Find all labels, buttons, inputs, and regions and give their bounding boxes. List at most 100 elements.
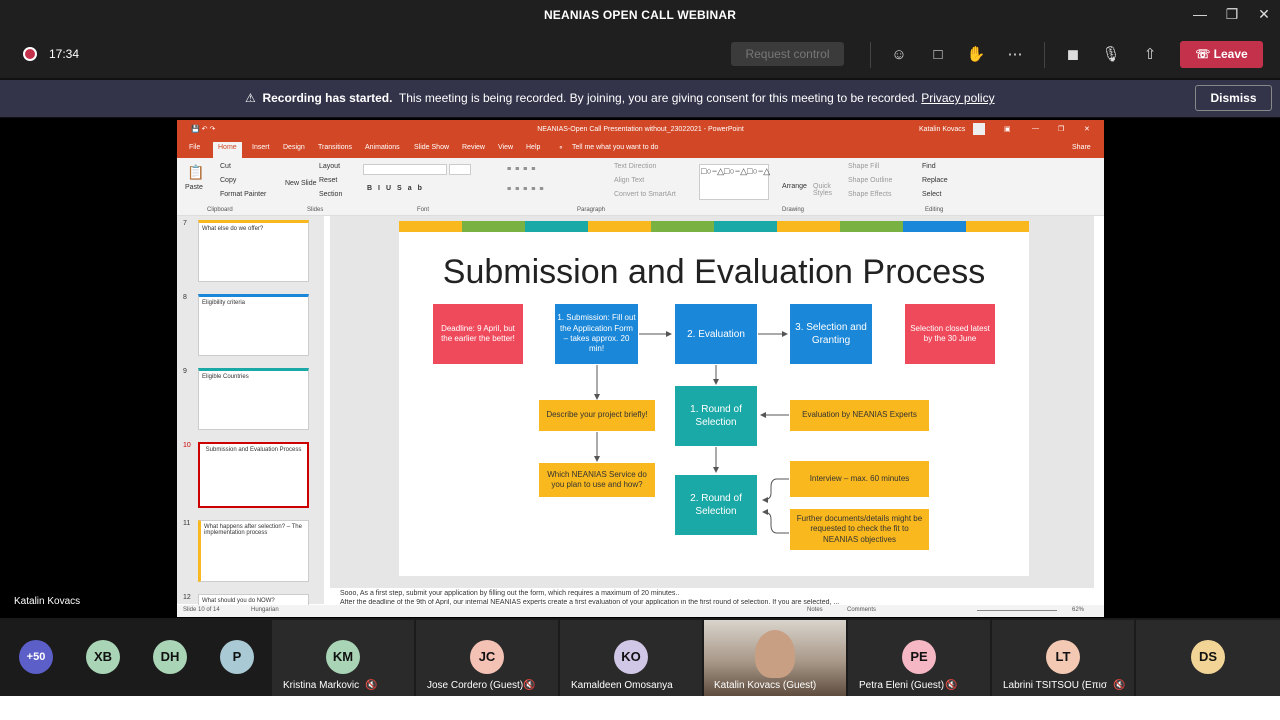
close-icon[interactable]: ✕	[1254, 6, 1274, 23]
find-button[interactable]: Find	[922, 163, 936, 170]
paste-button[interactable]: Paste	[185, 184, 203, 191]
slide-thumbnail[interactable]: What else do we offer?	[198, 220, 309, 282]
participant-avatar[interactable]: P	[220, 640, 254, 674]
selection-box: 3. Selection and Granting	[790, 304, 872, 364]
convert-smartart-button[interactable]: Convert to SmartArt	[614, 191, 676, 198]
copy-button[interactable]: Copy	[220, 177, 236, 184]
align-icons[interactable]: ≡≡≡≡≡	[507, 186, 547, 193]
slide-thumbnail[interactable]: Eligibility criteria	[198, 294, 309, 356]
share-screen-icon[interactable]: ⇧	[1139, 44, 1161, 66]
font-name-box[interactable]	[363, 164, 447, 175]
replace-button[interactable]: Replace	[922, 177, 948, 184]
experts-box: Evaluation by NEANIAS Experts	[790, 400, 929, 431]
bottom-edge	[0, 696, 1280, 720]
thumb-title: Eligible Countries	[202, 374, 249, 380]
dismiss-button[interactable]: Dismiss	[1195, 85, 1272, 111]
request-control-button[interactable]: Request control	[731, 42, 844, 66]
slide-thumbnail-selected[interactable]: Submission and Evaluation Process	[198, 442, 309, 508]
zoom-level[interactable]: 62%	[1072, 607, 1084, 613]
participant-avatar[interactable]: DH	[153, 640, 187, 674]
recording-indicator-icon	[23, 47, 37, 61]
tab-help[interactable]: Help	[526, 144, 540, 151]
group-editing: Editing	[925, 207, 944, 213]
font-format-icons[interactable]: BIUSab	[367, 185, 428, 192]
list-icons[interactable]: ≡≡≡≡	[507, 166, 539, 173]
recording-text: This meeting is being recorded. By joini…	[398, 91, 918, 105]
camera-off-icon[interactable]: ◼	[1062, 44, 1084, 66]
tab-file[interactable]: File	[189, 144, 200, 151]
mic-muted-icon: 🔇	[1113, 680, 1126, 691]
participant-video-face	[755, 630, 795, 678]
shape-fill-button[interactable]: Shape Fill	[848, 163, 879, 170]
mic-muted-icon: 🔇	[365, 680, 378, 691]
tab-view[interactable]: View	[498, 144, 513, 151]
service-box: Which NEANIAS Service do you plan to use…	[539, 463, 655, 497]
tab-insert[interactable]: Insert	[252, 144, 270, 151]
participant-name: Kamaldeen Omosanya	[571, 680, 673, 691]
user-avatar	[973, 123, 985, 135]
thumb-number: 12	[183, 594, 191, 601]
ppt-restore-icon[interactable]: ❐	[1058, 125, 1064, 133]
tab-home[interactable]: Home	[213, 142, 242, 158]
tab-slide-show[interactable]: Slide Show	[414, 144, 449, 151]
raise-hand-icon[interactable]: ✋	[965, 44, 987, 66]
recording-message: ⚠ Recording has started. This meeting is…	[245, 91, 995, 105]
slide-thumbnail[interactable]: What happens after selection? – The impl…	[198, 520, 309, 582]
tab-transitions[interactable]: Transitions	[318, 144, 352, 151]
text-direction-button[interactable]: Text Direction	[614, 163, 656, 170]
leave-label: Leave	[1213, 47, 1248, 61]
group-slides: Slides	[307, 207, 324, 213]
ppt-statusbar: Slide 10 of 14 Hungarian Notes Comments …	[177, 605, 1104, 617]
reset-button[interactable]: Reset	[319, 177, 337, 184]
slide-thumbnails-panel: 7 What else do we offer? 8 Eligibility c…	[177, 216, 324, 617]
ppt-close-icon[interactable]: ✕	[1084, 125, 1090, 133]
ppt-user: Katalin Kovacs	[919, 126, 966, 133]
language-status[interactable]: Hungarian	[251, 607, 279, 613]
mic-muted-icon[interactable]: 🎙	[1100, 44, 1122, 66]
deadline-box: Deadline: 9 April, but the earlier the b…	[433, 304, 523, 364]
comments-toggle[interactable]: Comments	[847, 607, 876, 613]
new-slide-button[interactable]: New Slide	[285, 180, 317, 187]
section-button[interactable]: Section	[319, 191, 342, 198]
paste-icon[interactable]: 📋	[187, 164, 204, 181]
ribbon-display-icon[interactable]: ▣	[1004, 125, 1011, 133]
tab-review[interactable]: Review	[462, 144, 485, 151]
cut-button[interactable]: Cut	[220, 163, 231, 170]
more-participants-badge[interactable]: +50	[19, 640, 53, 674]
zoom-slider[interactable]	[977, 610, 1057, 611]
maximize-icon[interactable]: ❐	[1222, 6, 1242, 23]
toolbar-divider	[870, 42, 871, 68]
participant-name: Petra Eleni (Guest)	[859, 680, 945, 691]
shapes-gallery[interactable]: □○−△□○−△□○−△	[699, 164, 770, 200]
speaker-notes[interactable]: Sooo, As a first step, submit your appli…	[330, 588, 1094, 606]
privacy-policy-link[interactable]: Privacy policy	[921, 91, 994, 105]
slide-thumbnail[interactable]: Eligible Countries	[198, 368, 309, 430]
share-button[interactable]: Share	[1072, 144, 1091, 151]
chat-icon[interactable]: □	[927, 44, 949, 66]
tab-design[interactable]: Design	[283, 144, 305, 151]
align-text-button[interactable]: Align Text	[614, 177, 644, 184]
ppt-minimize-icon[interactable]: —	[1032, 125, 1039, 132]
leave-button[interactable]: ☏ Leave	[1180, 41, 1263, 68]
format-painter-button[interactable]: Format Painter	[220, 191, 266, 198]
select-button[interactable]: Select	[922, 191, 941, 198]
tab-animations[interactable]: Animations	[365, 144, 400, 151]
slide[interactable]: Submission and Evaluation Process Deadli…	[399, 221, 1029, 576]
font-size-box[interactable]	[449, 164, 471, 175]
quick-styles-button[interactable]: Quick Styles	[813, 183, 837, 197]
participant-name: Jose Cordero (Guest)	[427, 680, 524, 691]
presenter-label: Katalin Kovacs	[14, 596, 81, 607]
participant-avatar: JC	[470, 640, 504, 674]
minimize-icon[interactable]: —	[1190, 6, 1210, 22]
tell-me-search[interactable]: Tell me what you want to do	[572, 144, 658, 151]
layout-button[interactable]: Layout	[319, 163, 340, 170]
participant-avatar[interactable]: XB	[86, 640, 120, 674]
more-actions-icon[interactable]: ⋯	[1004, 44, 1026, 66]
shape-outline-button[interactable]: Shape Outline	[848, 177, 892, 184]
arrange-button[interactable]: Arrange	[782, 183, 807, 190]
participant-avatar: PE	[902, 640, 936, 674]
shape-effects-button[interactable]: Shape Effects	[848, 191, 891, 198]
window-title: NEANIAS OPEN CALL WEBINAR	[543, 8, 737, 22]
notes-toggle[interactable]: Notes	[807, 607, 823, 613]
participants-icon[interactable]: ☺	[888, 44, 910, 66]
